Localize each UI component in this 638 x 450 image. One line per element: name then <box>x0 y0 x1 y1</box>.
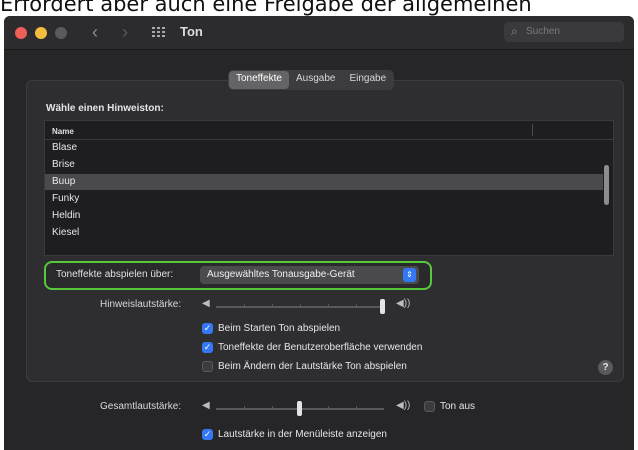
speaker-high-icon: ◀)) <box>396 400 411 411</box>
output-device-popup[interactable]: Ausgewähltes Tonausgabe-Gerät ⇕ <box>200 266 419 284</box>
minimize-window-button[interactable] <box>35 27 47 39</box>
back-button[interactable]: ‹ <box>92 22 98 42</box>
volume-feedback-label: Beim Ändern der Lautstärke Ton abspielen <box>218 361 407 372</box>
slider-tick <box>328 304 329 308</box>
output-volume-label: Gesamtlautstärke: <box>100 401 182 412</box>
sound-preferences-window: ‹ › Ton ⌕ Suchen Toneffekte Ausgabe Eing… <box>4 16 634 450</box>
output-device-value: Ausgewähltes Tonausgabe-Gerät <box>207 269 355 280</box>
name-column-header[interactable]: Name <box>52 127 74 136</box>
speaker-low-icon: ◀ <box>202 400 210 411</box>
title-bar: ‹ › Ton ⌕ Suchen <box>4 16 634 50</box>
zoom-window-button[interactable] <box>55 27 67 39</box>
help-button[interactable]: ? <box>598 360 613 375</box>
list-scrollbar[interactable] <box>604 165 609 205</box>
search-field[interactable]: ⌕ Suchen <box>504 22 624 42</box>
search-placeholder: Suchen <box>526 26 560 37</box>
slider-tick <box>244 304 245 308</box>
slider-tick <box>356 304 357 308</box>
close-window-button[interactable] <box>15 27 27 39</box>
list-item[interactable]: Blase <box>45 140 603 156</box>
menubar-volume-label: Lautstärke in der Menüleiste anzeigen <box>218 429 387 440</box>
startup-sound-label: Beim Starten Ton abspielen <box>218 323 341 334</box>
speaker-high-icon: ◀)) <box>396 298 411 309</box>
list-item[interactable]: Brise <box>45 157 603 173</box>
column-separator <box>532 124 533 136</box>
tab-bar: Toneffekte Ausgabe Eingabe <box>228 70 395 90</box>
tab-eingabe[interactable]: Eingabe <box>342 71 393 89</box>
show-all-grid-icon[interactable] <box>152 27 166 38</box>
volume-feedback-checkbox[interactable] <box>202 361 213 372</box>
search-icon: ⌕ <box>511 24 518 38</box>
output-device-row: Toneffekte abspielen über: Ausgewähltes … <box>44 261 432 290</box>
window-title: Ton <box>180 24 203 39</box>
list-item[interactable]: Kiesel <box>45 225 603 241</box>
alert-sound-heading: Wähle einen Hinweiston: <box>46 103 164 114</box>
mute-label: Ton aus <box>440 401 476 412</box>
output-volume-slider-knob[interactable] <box>297 401 302 416</box>
alert-sound-list[interactable]: Name Blase Brise Buup Funky Heldin Kiese… <box>44 120 614 256</box>
list-item-selected[interactable]: Buup <box>45 174 603 190</box>
startup-sound-checkbox[interactable]: ✓ <box>202 323 213 334</box>
alert-volume-label: Hinweislautstärke: <box>100 299 182 310</box>
mute-checkbox[interactable] <box>424 401 435 412</box>
tab-ausgabe[interactable]: Ausgabe <box>289 71 342 89</box>
menubar-volume-checkbox[interactable]: ✓ <box>202 429 213 440</box>
output-device-label: Toneffekte abspielen über: <box>56 269 174 280</box>
ui-sound-effects-checkbox[interactable]: ✓ <box>202 342 213 353</box>
chevron-up-down-icon: ⇕ <box>403 268 416 282</box>
list-item[interactable]: Heldin <box>45 208 603 224</box>
tab-toneffekte[interactable]: Toneffekte <box>229 71 289 89</box>
slider-tick <box>272 304 273 308</box>
ui-sound-effects-label: Toneffekte der Benutzeroberfläche verwen… <box>218 342 423 353</box>
forward-button[interactable]: › <box>122 22 128 42</box>
list-header[interactable]: Name <box>45 121 613 140</box>
slider-tick <box>244 406 245 410</box>
slider-tick <box>328 406 329 410</box>
list-item[interactable]: Funky <box>45 191 603 207</box>
slider-tick <box>356 406 357 410</box>
alert-volume-slider-knob[interactable] <box>380 299 385 314</box>
slider-tick <box>300 304 301 308</box>
slider-tick <box>272 406 273 410</box>
speaker-low-icon: ◀ <box>202 298 210 309</box>
